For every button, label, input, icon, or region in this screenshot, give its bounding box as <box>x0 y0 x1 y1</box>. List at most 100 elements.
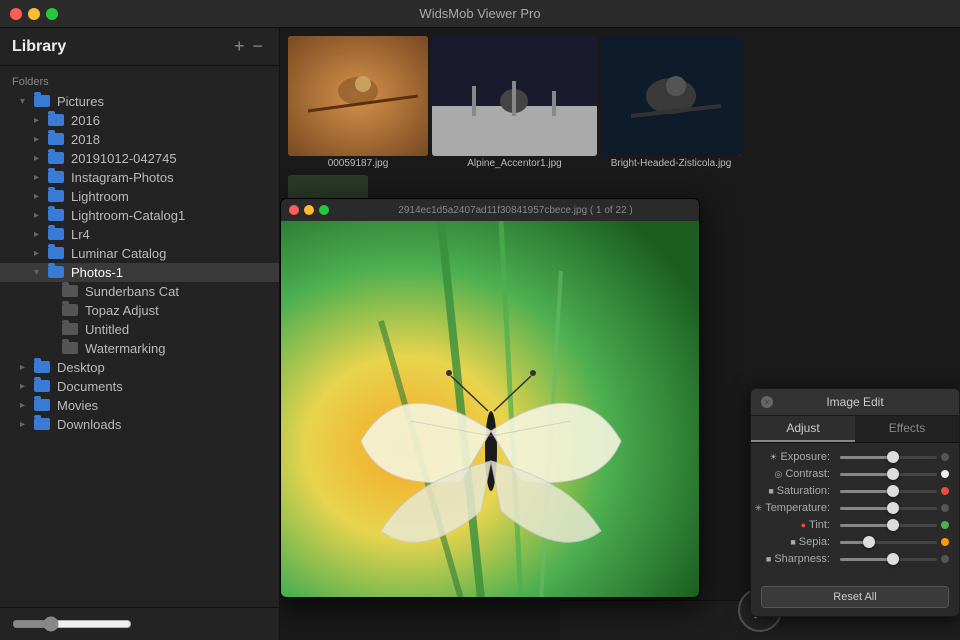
thumbnail-image <box>601 36 741 156</box>
sidebar-item-label: Downloads <box>57 417 121 432</box>
folder-icon <box>48 266 66 280</box>
viewer-maximize-button[interactable] <box>319 205 329 215</box>
chevron-right-icon: ▸ <box>34 115 48 126</box>
sidebar-item-2016[interactable]: ▸ 2016 <box>0 111 279 130</box>
thumbnail-image <box>288 36 428 156</box>
tint-slider[interactable] <box>840 524 937 527</box>
sidebar-bottom <box>0 607 279 640</box>
sidebar-item-lr4[interactable]: ▸ Lr4 <box>0 225 279 244</box>
image-viewer: 2914ec1d5a2407ad11f30841957cbece.jpg ( 1… <box>280 198 700 598</box>
folder-icon <box>48 152 66 166</box>
folder-icon <box>48 228 66 242</box>
contrast-label: ◎ Contrast: <box>761 468 836 480</box>
tab-adjust[interactable]: Adjust <box>751 416 855 442</box>
chevron-right-icon: ▸ <box>34 172 48 183</box>
sidebar-item-luminar[interactable]: ▸ Luminar Catalog <box>0 244 279 263</box>
thumbnail-box[interactable] <box>601 36 741 156</box>
close-button[interactable] <box>10 8 22 20</box>
chevron-down-icon: ▾ <box>34 267 48 278</box>
folder-icon <box>48 247 66 261</box>
sidebar-item-label: Sunderbans Cat <box>85 284 179 299</box>
thumb-item-3[interactable]: Bright-Headed-Zisticola.jpg <box>601 36 741 171</box>
sharpness-dot <box>941 555 949 563</box>
viewer-minimize-button[interactable] <box>304 205 314 215</box>
sidebar-item-pictures[interactable]: ▾ Pictures <box>0 92 279 111</box>
tab-effects[interactable]: Effects <box>855 416 959 442</box>
viewer-close-button[interactable] <box>289 205 299 215</box>
folder-icon <box>34 95 52 109</box>
tint-icon: ● <box>801 520 806 530</box>
temperature-slider[interactable] <box>840 507 937 510</box>
minimize-button[interactable] <box>28 8 40 20</box>
contrast-slider[interactable] <box>840 473 937 476</box>
sidebar-item-label: 2016 <box>71 113 100 128</box>
sidebar-item-label: Instagram-Photos <box>71 170 174 185</box>
sepia-icon: ■ <box>790 537 795 547</box>
sidebar-item-label: Photos-1 <box>71 265 123 280</box>
thumbnail-box[interactable] <box>288 36 428 156</box>
saturation-dot <box>941 487 949 495</box>
reset-all-button[interactable]: Reset All <box>761 586 949 608</box>
folder-icon <box>48 209 66 223</box>
viewer-image <box>281 221 699 597</box>
sidebar-item-photos1[interactable]: ▾ Photos-1 <box>0 263 279 282</box>
sharpness-icon: ■ <box>766 554 771 564</box>
sidebar-item-desktop[interactable]: ▸ Desktop <box>0 358 279 377</box>
thumb-item-1[interactable]: 00059187.jpg <box>288 36 428 171</box>
chevron-right-icon: ▸ <box>34 229 48 240</box>
folders-label: Folders <box>0 72 279 92</box>
sidebar-item-watermarking[interactable]: Watermarking <box>0 339 279 358</box>
thumbnail-box[interactable] <box>432 36 597 156</box>
thumbnail-filename: Alpine_Accentor1.jpg <box>467 156 562 171</box>
edit-panel: ✕ Image Edit Adjust Effects ☀ Exposure: <box>750 388 960 617</box>
sharpness-slider[interactable] <box>840 558 937 561</box>
content-area: 00059187.jpg Alpine_Ac <box>280 28 960 640</box>
chevron-right-icon: ▸ <box>34 248 48 259</box>
thumbnail-row: 00059187.jpg Alpine_Ac <box>280 28 960 171</box>
folder-icon <box>62 285 80 299</box>
sidebar-item-label: 20191012-042745 <box>71 151 177 166</box>
add-folder-button[interactable]: + <box>230 36 249 57</box>
sidebar-title: Library <box>12 38 230 56</box>
sidebar-item-downloads[interactable]: ▸ Downloads <box>0 415 279 434</box>
sidebar-item-lightroom[interactable]: ▸ Lightroom <box>0 187 279 206</box>
edit-panel-close-button[interactable]: ✕ <box>761 396 773 408</box>
saturation-slider[interactable] <box>840 490 937 493</box>
sidebar-item-label: Watermarking <box>85 341 165 356</box>
sharpness-row: ■ Sharpness: <box>761 553 949 565</box>
chevron-right-icon: ▸ <box>34 210 48 221</box>
sidebar-item-untitled[interactable]: Untitled <box>0 320 279 339</box>
folder-icon <box>48 190 66 204</box>
tint-dot <box>941 521 949 529</box>
contrast-icon: ◎ <box>775 469 783 480</box>
sidebar-item-label: Lr4 <box>71 227 90 242</box>
sepia-slider[interactable] <box>840 541 937 544</box>
thumb-item-2[interactable]: Alpine_Accentor1.jpg <box>432 36 597 171</box>
sidebar-item-instagram[interactable]: ▸ Instagram-Photos <box>0 168 279 187</box>
remove-folder-button[interactable]: − <box>248 36 267 57</box>
sidebar-item-lightroom-catalog[interactable]: ▸ Lightroom-Catalog1 <box>0 206 279 225</box>
viewer-image-area <box>281 221 699 597</box>
thumbnail-filename: 00059187.jpg <box>328 156 389 171</box>
sidebar-item-2018[interactable]: ▸ 2018 <box>0 130 279 149</box>
sidebar-item-movies[interactable]: ▸ Movies <box>0 396 279 415</box>
sidebar-item-label: Lightroom-Catalog1 <box>71 208 185 223</box>
sidebar-item-topaz[interactable]: Topaz Adjust <box>0 301 279 320</box>
sidebar-item-sunderbans[interactable]: Sunderbans Cat <box>0 282 279 301</box>
sidebar-item-documents[interactable]: ▸ Documents <box>0 377 279 396</box>
viewer-filename: 2914ec1d5a2407ad11f30841957cbece.jpg ( 1… <box>340 205 691 216</box>
zoom-slider[interactable] <box>12 616 132 632</box>
thumbnail-filename: Bright-Headed-Zisticola.jpg <box>611 156 732 171</box>
folder-icon <box>48 133 66 147</box>
edit-panel-header: ✕ Image Edit <box>751 389 959 416</box>
folder-icon <box>34 418 52 432</box>
contrast-dot <box>941 470 949 478</box>
sidebar-item-20191012[interactable]: ▸ 20191012-042745 <box>0 149 279 168</box>
chevron-right-icon: ▸ <box>34 153 48 164</box>
sidebar-item-label: Pictures <box>57 94 104 109</box>
exposure-slider[interactable] <box>840 456 937 459</box>
sidebar-tree: Folders ▾ Pictures ▸ 2016 ▸ 2018 ▸ 20191… <box>0 66 279 607</box>
edit-body: ☀ Exposure: ◎ Contrast: <box>751 443 959 578</box>
folder-icon <box>62 323 80 337</box>
maximize-button[interactable] <box>46 8 58 20</box>
